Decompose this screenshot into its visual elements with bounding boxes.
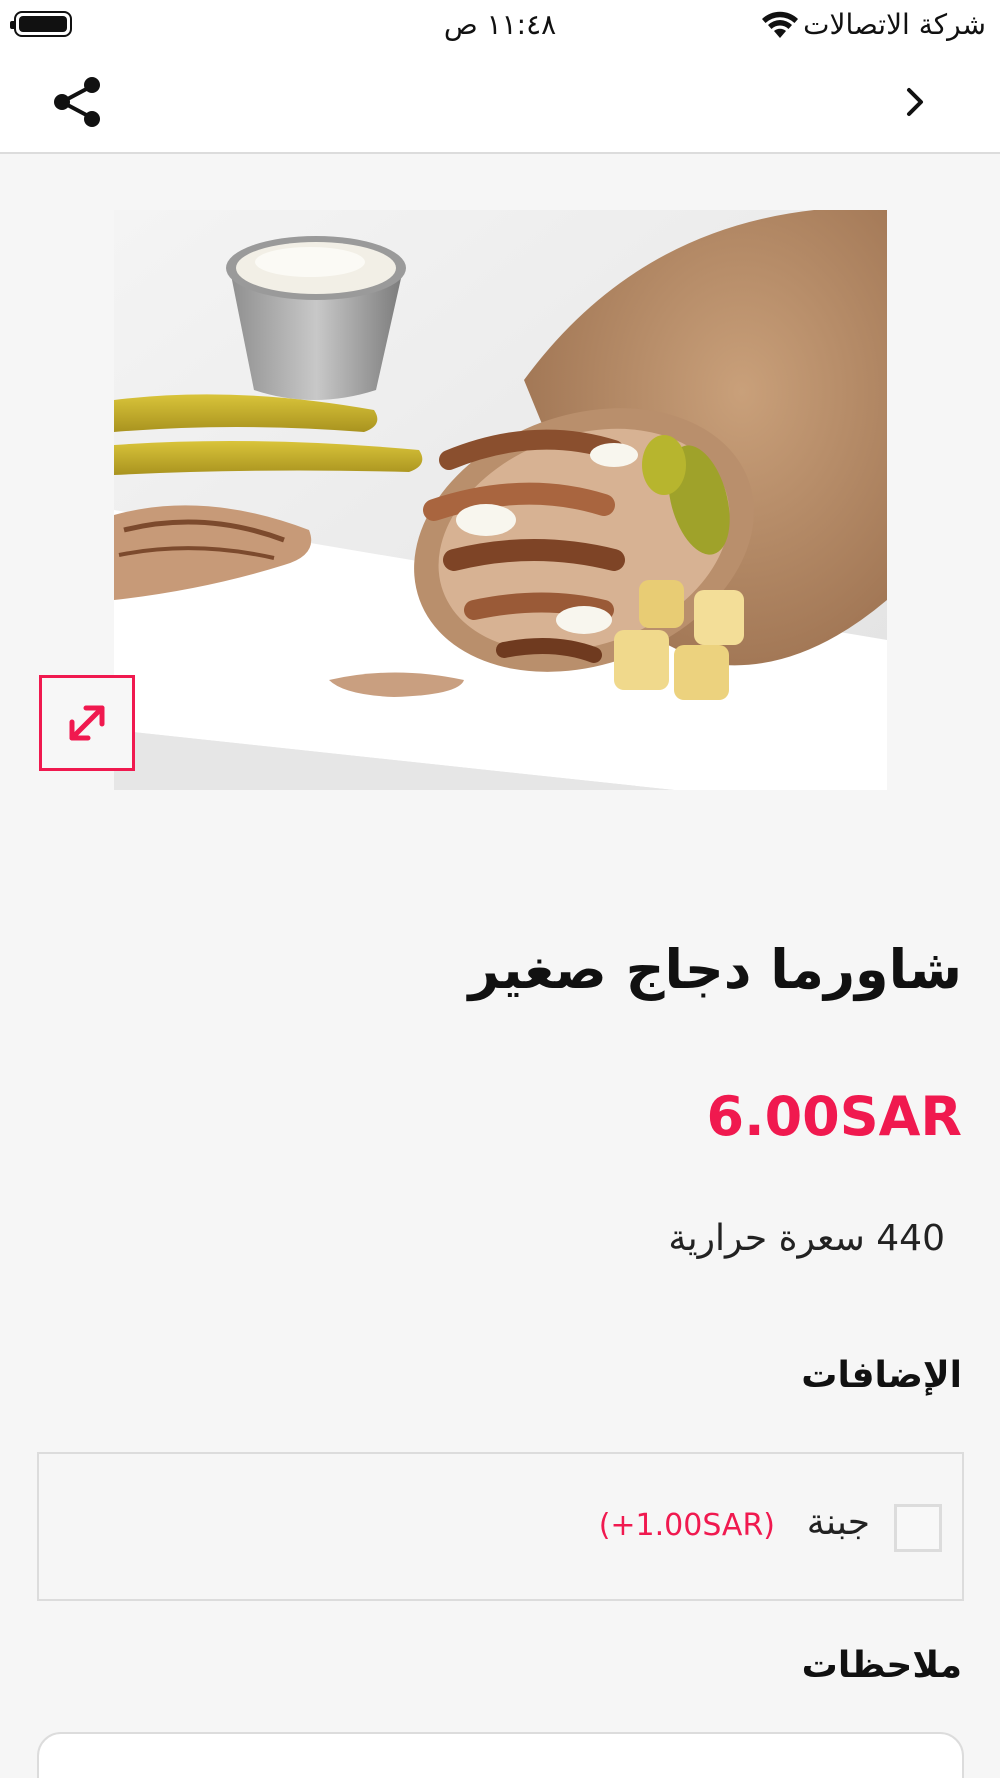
chevron-right-icon[interactable]: [895, 80, 935, 124]
notes-field[interactable]: [37, 1732, 964, 1778]
addon-checkbox[interactable]: [894, 1504, 942, 1552]
addon-name: جبنة: [806, 1502, 870, 1543]
product-price: 6.00SAR: [706, 1085, 963, 1148]
navigation-bar: [0, 50, 1000, 154]
product-title: شاورما دجاج صغير: [468, 938, 962, 1001]
addons-heading: الإضافات: [801, 1355, 962, 1396]
expand-icon: [69, 705, 105, 741]
carrier-name: شركة الاتصالات: [803, 8, 986, 41]
share-icon[interactable]: [50, 74, 106, 130]
shawarma-photo: [114, 210, 887, 790]
product-calories: 440 سعرة حرارية: [668, 1218, 945, 1259]
expand-image-button[interactable]: [39, 675, 135, 771]
wifi-icon: [762, 11, 798, 38]
addon-price: (+1.00SAR): [598, 1508, 775, 1543]
addons-list: جبنة (+1.00SAR): [37, 1452, 964, 1601]
status-bar: ١١:٤٨ ص شركة الاتصالات: [0, 0, 1000, 50]
product-image[interactable]: [114, 210, 887, 790]
battery-icon: [10, 11, 72, 37]
status-time: ١١:٤٨ ص: [443, 8, 557, 41]
notes-heading: ملاحظات: [801, 1645, 962, 1686]
